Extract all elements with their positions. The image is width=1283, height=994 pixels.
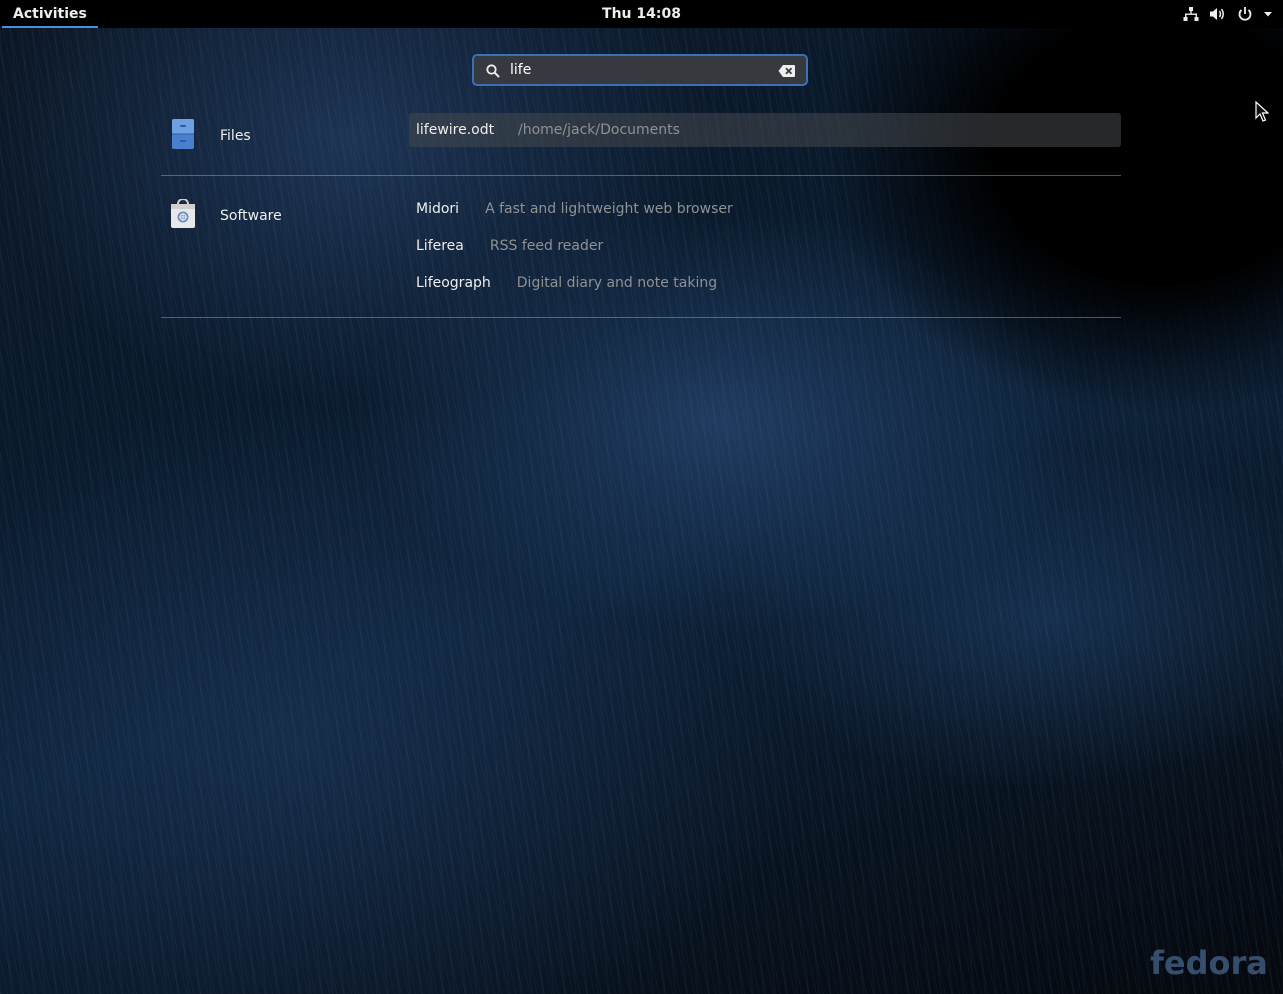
- mouse-pointer-icon: [1255, 100, 1270, 127]
- result-title: Midori: [416, 201, 460, 217]
- provider-software-label: Software: [220, 208, 282, 224]
- results-divider: [161, 175, 1121, 176]
- result-title: Liferea: [416, 238, 464, 254]
- network-icon[interactable]: [1183, 6, 1199, 22]
- top-bar: Activities Thu 14:08: [0, 0, 1283, 28]
- files-app-icon: [170, 118, 196, 154]
- search-input[interactable]: [510, 60, 760, 80]
- result-title: lifewire.odt: [416, 122, 495, 138]
- software-app-icon: [170, 198, 196, 233]
- clock[interactable]: Thu 14:08: [0, 0, 1283, 28]
- results-divider: [161, 317, 1121, 318]
- result-lifewire-odt[interactable]: lifewire.odt /home/jack/Documents: [409, 113, 1121, 147]
- search-box[interactable]: [472, 54, 808, 86]
- search-icon: [486, 63, 500, 82]
- result-liferea[interactable]: Liferea RSS feed reader: [416, 238, 603, 254]
- result-description: /home/jack/Documents: [518, 122, 680, 138]
- menu-arrow-icon[interactable]: [1263, 6, 1273, 22]
- provider-files-label: Files: [220, 128, 251, 144]
- result-lifeograph[interactable]: Lifeograph Digital diary and note taking: [416, 275, 717, 291]
- result-description: Digital diary and note taking: [516, 275, 718, 291]
- result-title: Lifeograph: [416, 275, 491, 291]
- result-midori[interactable]: Midori A fast and lightweight web browser: [416, 201, 733, 217]
- result-description: A fast and lightweight web browser: [485, 201, 733, 217]
- power-icon[interactable]: [1237, 6, 1253, 22]
- provider-files[interactable]: Files: [170, 118, 251, 154]
- provider-software[interactable]: Software: [170, 198, 282, 233]
- clear-icon[interactable]: [778, 63, 796, 82]
- system-tray[interactable]: [1183, 0, 1273, 28]
- volume-icon[interactable]: [1209, 6, 1227, 22]
- fedora-logo: fedora: [1150, 944, 1268, 982]
- result-description: RSS feed reader: [489, 238, 604, 254]
